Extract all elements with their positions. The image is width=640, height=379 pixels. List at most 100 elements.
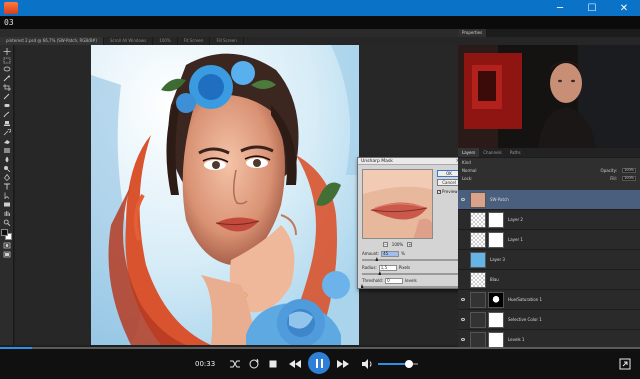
type-tool-icon[interactable] [2,183,12,191]
amount-slider-thumb[interactable] [375,257,379,261]
opacity-input[interactable]: 100% [622,167,636,173]
tab-paths[interactable]: Paths [506,150,525,155]
layer-visibility-icon[interactable] [458,230,468,250]
episode-number: 03 [4,18,14,27]
layer-thumbnail [470,271,486,288]
volume-slider-thumb[interactable] [405,360,413,368]
healing-brush-tool-icon[interactable] [2,102,12,110]
layer-visibility-icon[interactable] [458,310,468,330]
quick-mask-icon[interactable] [2,242,12,250]
episode-bar: 03 [0,16,640,29]
preview-checkbox[interactable]: ✓ [437,189,441,194]
tab-layers[interactable]: Layers [458,148,480,157]
dodge-tool-icon[interactable] [2,165,12,173]
fill-screen-button[interactable]: Fill Screen [210,37,244,45]
minimize-button[interactable]: ─ [544,0,576,16]
lock-label: Lock: [462,175,473,181]
lasso-tool-icon[interactable] [2,66,12,74]
repeat-icon[interactable] [248,358,260,370]
layer-thumbnail [470,251,486,268]
layer-visibility-icon[interactable] [458,190,468,210]
marquee-tool-icon[interactable] [2,57,12,65]
volume-icon[interactable] [361,358,373,370]
zoom-tool-icon[interactable] [2,219,12,227]
radius-input[interactable]: 1,5 [378,264,397,271]
hand-tool-icon[interactable] [2,210,12,218]
quick-select-tool-icon[interactable] [2,75,12,83]
dialog-preview-image[interactable] [362,169,433,239]
tab-properties[interactable]: Properties [458,29,487,37]
layer-row-hue-saturation-1[interactable]: Hue/Saturation 1 [458,290,640,310]
layer-visibility-icon[interactable] [458,290,468,310]
layer-mask-thumbnail[interactable] [488,331,504,348]
clone-stamp-tool-icon[interactable] [2,120,12,128]
title-bar: ─ ☐ ✕ [0,0,640,16]
layer-kind-filter[interactable]: Kind [462,160,471,165]
layer-visibility-icon[interactable] [458,250,468,270]
layer-row-selective-color-1[interactable]: Selective Color 1 [458,310,640,330]
crop-tool-icon[interactable] [2,84,12,92]
scroll-all-windows-option[interactable]: Scroll All Windows [103,37,154,45]
tab-channels[interactable]: Channels [479,150,506,155]
blur-tool-icon[interactable] [2,156,12,164]
brush-tool-icon[interactable] [2,111,12,119]
move-tool-icon[interactable] [2,48,12,56]
layer-name: Layer 1 [508,237,523,242]
zoom-in-icon[interactable]: + [407,241,413,247]
layer-mask-thumbnail[interactable] [488,311,504,328]
volume-level-fill [378,363,408,365]
webcam-overlay-image [458,45,640,148]
eyedropper-tool-icon[interactable] [2,93,12,101]
rewind-icon[interactable] [288,358,302,370]
shuffle-icon[interactable] [229,358,241,370]
screen-mode-icon[interactable] [2,251,12,259]
threshold-slider-thumb[interactable] [360,284,364,288]
layer-row-layer-1[interactable]: Layer 1 [458,230,640,250]
layer-row-sw-patch[interactable]: SW-Patch [458,190,640,210]
layer-name: Hue/Saturation 1 [508,297,543,302]
fullscreen-icon[interactable] [619,358,631,370]
zoom-out-icon[interactable]: − [382,241,388,247]
document-tab[interactable]: pinterest 2.psd @ 66,7% (SW-Patch, RGB/8… [0,37,104,45]
radius-slider-thumb[interactable] [378,271,382,275]
adjustment-icon [470,291,486,308]
preview-checkbox-row[interactable]: ✓ Preview [437,189,458,194]
preview-zoom-row: − 100% + [362,241,433,247]
amount-slider[interactable] [362,257,461,261]
zoom-100-button[interactable]: 100% [153,37,178,45]
close-button[interactable]: ✕ [608,0,640,16]
threshold-unit: levels [405,278,417,283]
layer-row-blau[interactable]: Blau [458,270,640,290]
fast-forward-icon[interactable] [336,358,350,370]
radius-slider[interactable] [362,271,461,275]
history-brush-tool-icon[interactable] [2,129,12,137]
layer-name: Layer 3 [490,257,505,262]
threshold-slider[interactable] [360,284,461,288]
stop-icon[interactable] [268,359,278,369]
layer-visibility-icon[interactable] [458,270,468,290]
path-selection-tool-icon[interactable] [2,192,12,200]
fill-input[interactable]: 100% [622,175,636,181]
options-bar [0,29,458,37]
layer-row-layer-3[interactable]: Layer 3 [458,250,640,270]
threshold-label: Threshold: [362,278,384,283]
gradient-tool-icon[interactable] [2,147,12,155]
pause-button[interactable] [308,352,330,374]
threshold-input[interactable]: 0 [385,277,404,284]
layer-mask-thumbnail[interactable] [488,291,504,308]
color-swatches[interactable] [0,229,13,241]
foreground-color-swatch[interactable] [0,229,8,236]
layer-name: Levels 1 [508,337,525,342]
maximize-button[interactable]: ☐ [576,0,608,16]
layer-mask-thumbnail[interactable] [488,231,504,248]
eraser-tool-icon[interactable] [2,138,12,146]
fit-screen-button[interactable]: Fit Screen [177,37,211,45]
pen-tool-icon[interactable] [2,174,12,182]
layer-mask-thumbnail[interactable] [488,211,504,228]
layer-row-layer-2[interactable]: Layer 2 [458,210,640,230]
rectangle-tool-icon[interactable] [2,201,12,209]
amount-input[interactable]: 45 [381,250,400,257]
layer-name: SW-Patch [490,197,509,202]
blend-mode-select[interactable]: Normal [462,168,476,173]
layer-visibility-icon[interactable] [458,210,468,230]
